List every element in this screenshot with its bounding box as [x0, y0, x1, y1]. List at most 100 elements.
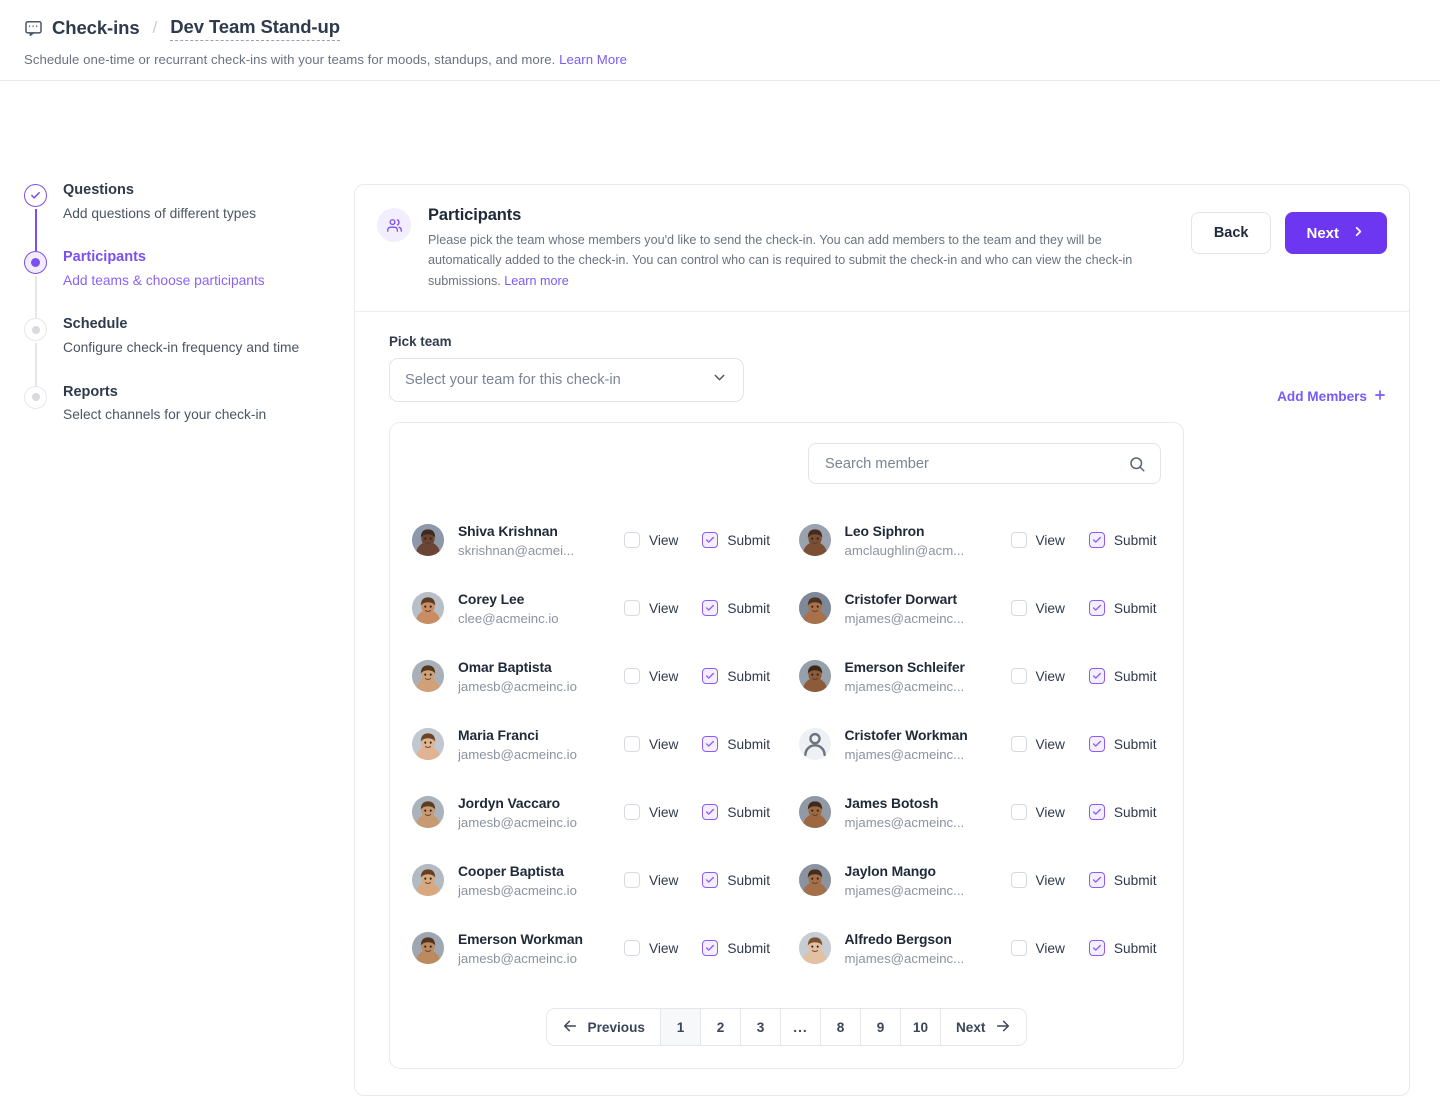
learn-more-link[interactable]: Learn More — [559, 52, 627, 67]
sidebar-item-reports[interactable]: Reports Select channels for your check-i… — [24, 383, 354, 425]
view-label: View — [1035, 872, 1065, 888]
view-label: View — [649, 736, 679, 752]
submit-permission-toggle[interactable]: Submit — [1088, 600, 1157, 617]
search-box[interactable] — [808, 443, 1161, 485]
submit-checkbox[interactable] — [1088, 872, 1105, 889]
submit-checkbox[interactable] — [702, 872, 719, 889]
submit-permission-toggle[interactable]: Submit — [702, 668, 770, 685]
view-permission-toggle[interactable]: View — [624, 532, 678, 549]
step-title: Schedule — [63, 316, 128, 333]
view-checkbox[interactable] — [624, 940, 640, 957]
team-select-row: Pick team Select your team for this chec… — [389, 334, 1387, 405]
submit-permission-toggle[interactable]: Submit — [1088, 532, 1157, 549]
submit-permission-toggle[interactable]: Submit — [702, 600, 771, 617]
view-checkbox[interactable] — [1010, 940, 1027, 957]
view-label: View — [1035, 532, 1065, 548]
sidebar-item-participants[interactable]: Participants Add teams & choose particip… — [24, 248, 354, 319]
submit-permission-toggle[interactable]: Submit — [702, 736, 770, 753]
submit-checkbox[interactable] — [702, 804, 719, 821]
view-permission-toggle[interactable]: View — [624, 940, 678, 957]
view-checkbox[interactable] — [1010, 600, 1027, 617]
pagination-page-1[interactable]: 1 — [660, 1009, 701, 1046]
member-row: Maria Franci jamesb@acmeinc.io View Subm… — [412, 710, 775, 778]
submit-checkbox[interactable] — [1088, 532, 1105, 549]
submit-checkbox[interactable] — [1088, 668, 1105, 685]
pagination-previous[interactable]: Previous — [546, 1009, 661, 1046]
view-checkbox[interactable] — [624, 668, 640, 685]
sidebar-item-questions[interactable]: Questions Add questions of different typ… — [24, 181, 354, 252]
view-label: View — [1035, 940, 1065, 956]
breadcrumb-root[interactable]: Check-ins — [52, 17, 140, 39]
submit-label: Submit — [727, 600, 771, 616]
view-checkbox[interactable] — [1010, 804, 1027, 821]
pagination-page-9[interactable]: 9 — [860, 1009, 901, 1046]
view-checkbox[interactable] — [624, 804, 640, 821]
submit-permission-toggle[interactable]: Submit — [1088, 940, 1157, 957]
submit-checkbox[interactable] — [702, 532, 719, 549]
submit-permission-toggle[interactable]: Submit — [702, 804, 770, 821]
search-input[interactable] — [823, 454, 1128, 473]
submit-permission-toggle[interactable]: Submit — [702, 940, 770, 957]
pagination-page-8[interactable]: 8 — [820, 1009, 861, 1046]
submit-permission-toggle[interactable]: Submit — [702, 872, 770, 889]
chevron-down-icon — [711, 369, 728, 391]
view-permission-toggle[interactable]: View — [1010, 736, 1065, 753]
step-description: Configure check-in frequency and time — [63, 339, 300, 355]
submit-checkbox[interactable] — [1088, 600, 1105, 617]
add-members-button[interactable]: Add Members — [1277, 334, 1387, 405]
view-checkbox[interactable] — [624, 600, 640, 617]
submit-permission-toggle[interactable]: Submit — [1088, 804, 1157, 821]
submit-permission-toggle[interactable]: Submit — [702, 532, 770, 549]
view-permission-toggle[interactable]: View — [1010, 872, 1065, 889]
avatar — [412, 524, 444, 557]
submit-checkbox[interactable] — [702, 736, 719, 753]
back-button[interactable]: Back — [1190, 212, 1272, 254]
view-permission-toggle[interactable]: View — [1010, 600, 1065, 617]
pagination-page-10[interactable]: 10 — [900, 1009, 941, 1046]
submit-permission-toggle[interactable]: Submit — [1088, 668, 1157, 685]
pagination-next[interactable]: Next — [940, 1009, 1027, 1046]
member-email: mjames@acmeinc... — [844, 746, 965, 762]
view-checkbox[interactable] — [1010, 872, 1027, 889]
submit-permission-toggle[interactable]: Submit — [1088, 736, 1157, 753]
view-permission-toggle[interactable]: View — [624, 668, 679, 685]
view-checkbox[interactable] — [624, 872, 640, 889]
view-permission-toggle[interactable]: View — [1010, 668, 1065, 685]
pagination-page-3[interactable]: 3 — [740, 1009, 781, 1046]
submit-label: Submit — [1113, 736, 1157, 752]
submit-checkbox[interactable] — [1088, 736, 1105, 753]
next-button[interactable]: Next — [1285, 212, 1387, 254]
team-select[interactable]: Select your team for this check-in — [389, 358, 744, 403]
view-permission-toggle[interactable]: View — [1010, 532, 1065, 549]
view-checkbox[interactable] — [1010, 668, 1027, 685]
learn-more-inline-link[interactable]: Learn more — [504, 274, 568, 288]
submit-checkbox[interactable] — [1088, 940, 1105, 957]
submit-checkbox[interactable] — [702, 668, 719, 685]
breadcrumb-current[interactable]: Dev Team Stand-up — [170, 16, 340, 41]
avatar — [412, 864, 444, 897]
search-icon[interactable] — [1128, 455, 1146, 473]
view-checkbox[interactable] — [1010, 532, 1027, 549]
view-permission-toggle[interactable]: View — [624, 600, 678, 617]
view-label: View — [649, 668, 679, 684]
view-checkbox[interactable] — [1010, 736, 1027, 753]
view-permission-toggle[interactable]: View — [624, 804, 678, 821]
member-info: Cooper Baptista jamesb@acmeinc.io — [458, 863, 610, 898]
sidebar-item-schedule[interactable]: Schedule Configure check-in frequency an… — [24, 315, 354, 386]
submit-checkbox[interactable] — [702, 600, 719, 617]
step-connector-line — [35, 276, 37, 319]
team-select-value: Select your team for this check-in — [405, 372, 621, 389]
submit-permission-toggle[interactable]: Submit — [1088, 872, 1157, 889]
submit-checkbox[interactable] — [702, 940, 719, 957]
member-info: Jaylon Mango mjames@acmeinc... — [845, 863, 997, 898]
view-permission-toggle[interactable]: View — [624, 872, 678, 889]
member-name: Cooper Baptista — [458, 862, 564, 879]
pagination-page-2[interactable]: 2 — [700, 1009, 741, 1046]
view-permission-toggle[interactable]: View — [624, 736, 679, 753]
submit-checkbox[interactable] — [1088, 804, 1105, 821]
view-checkbox[interactable] — [624, 532, 640, 549]
view-permission-toggle[interactable]: View — [1010, 804, 1065, 821]
view-checkbox[interactable] — [624, 736, 640, 753]
page-title: Participants — [428, 206, 522, 224]
view-permission-toggle[interactable]: View — [1010, 940, 1065, 957]
